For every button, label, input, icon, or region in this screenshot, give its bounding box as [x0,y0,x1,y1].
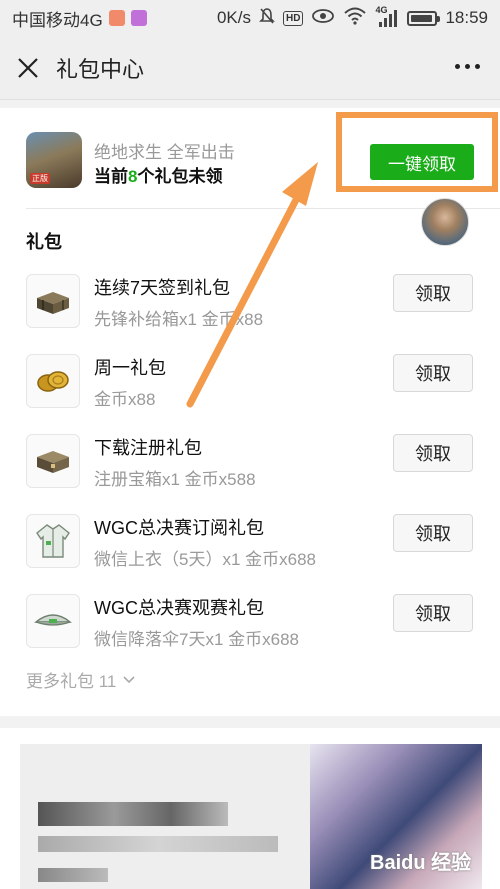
claim-button[interactable]: 领取 [393,274,473,312]
gift-description: 注册宝箱x1 金币x588 [94,470,256,489]
section-separator [0,716,500,728]
gift-title: WGC总决赛订阅礼包 [94,518,264,538]
game-name: 绝地求生 全军出击 [94,143,235,162]
list-item: 连续7天签到礼包 先锋补给箱x1 金币x88 领取 [0,272,500,352]
hd-badge: HD [283,10,304,26]
pending-prefix: 当前 [94,167,128,186]
claim-button[interactable]: 领取 [393,434,473,472]
pending-gifts-text: 当前8个礼包未领 [94,162,222,187]
pending-suffix: 个礼包未领 [137,167,223,186]
game-icon-badge: 正版 [30,173,50,184]
list-item: WGC总决赛观赛礼包 微信降落伞7天x1 金币x688 领取 [0,592,500,672]
network-speed: 0K/s [216,8,251,27]
gift-description: 先锋补给箱x1 金币x88 [94,310,264,329]
blurred-subtitle [38,836,278,852]
gift-title: 周一礼包 [94,358,166,378]
status-bar: 中国移动4G 0K/s HD 4G 18:59 [0,0,500,36]
parachute-icon [26,594,80,648]
blurred-title [38,802,228,826]
claim-button[interactable]: 领取 [393,514,473,552]
gift-description: 微信降落伞7天x1 金币x688 [94,630,299,649]
list-item: 下载注册礼包 注册宝箱x1 金币x588 领取 [0,432,500,512]
treasure-chest-icon [26,434,80,488]
list-item: 周一礼包 金币x88 领取 [0,352,500,432]
carrier-label: 中国移动4G [12,10,103,30]
mail-app-icon [108,10,125,26]
clock: 18:59 [445,8,488,27]
section-label: 礼包 [26,232,62,252]
supply-crate-icon [26,274,80,328]
gift-description: 金币x88 [94,390,156,409]
claim-button[interactable]: 领取 [393,354,473,392]
claim-button[interactable]: 领取 [393,594,473,632]
blurred-link [38,868,108,882]
gift-description: 微信上衣（5天）x1 金币x688 [94,550,316,569]
list-item: WGC总决赛订阅礼包 微信上衣（5天）x1 金币x688 领取 [0,512,500,592]
more-gifts-label: 更多礼包 11 [26,672,117,691]
section-separator [0,100,500,108]
mute-icon [259,7,275,30]
annotation-highlight-box [336,112,498,192]
battery-icon [407,10,441,26]
gallery-app-icon [130,10,147,26]
signal-icon: 4G [375,5,399,28]
eye-icon [311,8,335,29]
wifi-icon [343,7,367,30]
gift-title: WGC总决赛观赛礼包 [94,598,264,618]
gift-card: 正版 绝地求生 全军出击 当前8个礼包未领 礼包 连续7天签到礼包 先锋补给箱x… [0,108,500,716]
more-options-icon[interactable] [455,64,480,69]
more-gifts-link[interactable]: 更多礼包 11 [26,667,136,692]
watermark: Baidu 经验 [370,852,472,874]
close-icon[interactable] [0,36,56,100]
jacket-icon [26,514,80,568]
gold-coins-icon [26,354,80,408]
title-bar: 礼包中心 [0,36,500,100]
game-icon[interactable]: 正版 [26,132,82,188]
gift-title: 下载注册礼包 [94,438,202,458]
chevron-down-icon [122,670,136,690]
avatar[interactable] [421,198,469,246]
gift-title: 连续7天签到礼包 [94,278,231,298]
page-title: 礼包中心 [56,56,145,82]
